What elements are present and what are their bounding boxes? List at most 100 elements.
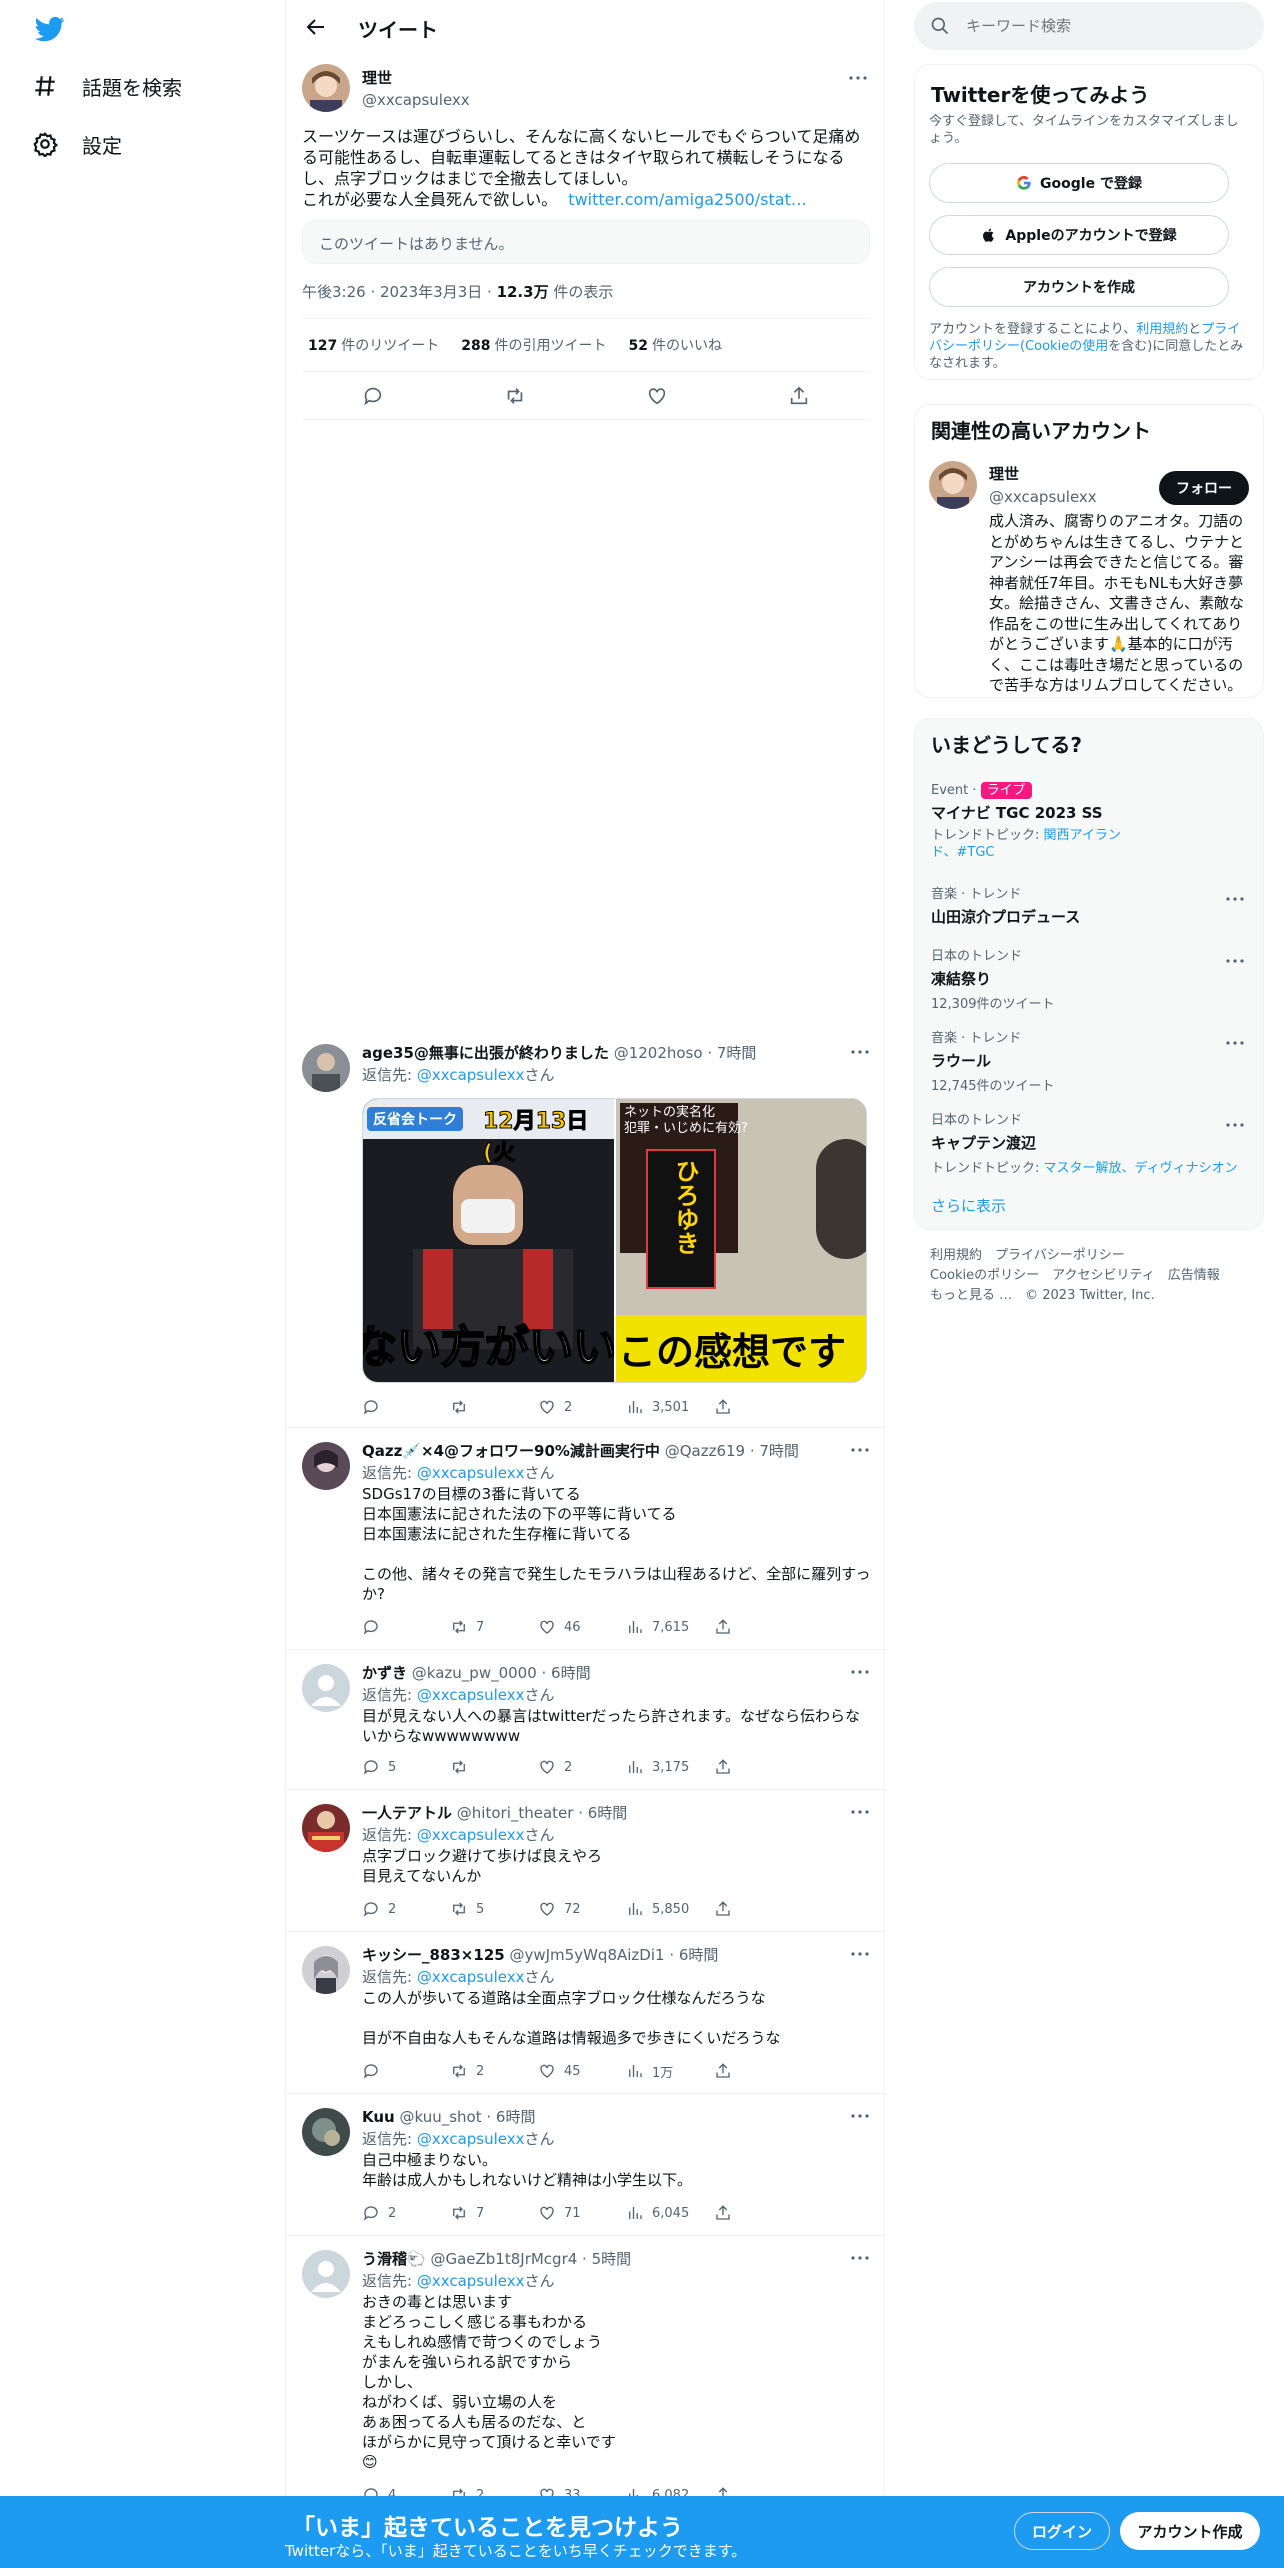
more-icon[interactable] — [848, 1040, 872, 1064]
views-button[interactable]: 6,045 — [626, 2202, 714, 2224]
reply-to-link[interactable]: @xxcapsulexx — [417, 2272, 525, 2290]
create-account-button[interactable]: アカウントを作成 — [929, 267, 1229, 307]
media-image-left[interactable]: 反省会トーク 12月13日(火 ない方がいい — [363, 1099, 614, 1382]
footer-line-2[interactable]: Cookieのポリシー アクセシビリティ 広告情報 — [930, 1266, 1250, 1286]
like-icon[interactable] — [646, 385, 668, 407]
reply-tweet[interactable]: Qazz💉×4@フォロワー90%減計画実行中 @Qazz619 · 7時間 返信… — [286, 1428, 886, 1650]
back-arrow-icon[interactable] — [304, 15, 328, 39]
retweet-button[interactable] — [450, 1756, 538, 1778]
avatar[interactable] — [302, 2250, 350, 2298]
share-button[interactable] — [714, 1756, 802, 1778]
trend-item[interactable]: 音楽 · トレンド 山田涼介プロデュース — [931, 883, 1247, 927]
search-input[interactable] — [966, 17, 1236, 35]
more-icon[interactable] — [848, 2104, 872, 2128]
follow-button[interactable]: フォロー — [1159, 471, 1249, 505]
views-button[interactable]: 3,175 — [626, 1756, 714, 1778]
reply-name[interactable]: age35@無事に出張が終わりました — [362, 1044, 609, 1062]
trend-item[interactable]: Event · ライブ マイナビ TGC 2023 SS トレンドトピック: 関… — [931, 779, 1247, 861]
reply-button[interactable]: 5 — [362, 1756, 450, 1778]
like-button[interactable]: 45 — [538, 2060, 626, 2082]
views-button[interactable]: 5,850 — [626, 1898, 714, 1920]
reply-handle[interactable]: @1202hoso · 7時間 — [614, 1044, 757, 1062]
media-image-right[interactable]: ネットの実名化 犯罪・いじめに有効? ひろゆき この感想です — [615, 1099, 866, 1382]
reply-name[interactable]: キッシー_883×125 — [362, 1946, 505, 1964]
reply-handle[interactable]: @kazu_pw_0000 · 6時間 — [412, 1664, 591, 1682]
nav-settings[interactable]: 設定 — [32, 122, 122, 166]
reply-name[interactable]: 一人テアトル — [362, 1804, 452, 1822]
tweet-author[interactable]: 理世 @xxcapsulexx — [362, 67, 470, 109]
reply-icon[interactable] — [362, 385, 384, 407]
reply-name[interactable]: Qazz💉×4@フォロワー90%減計画実行中 — [362, 1442, 660, 1460]
reply-to-link[interactable]: @xxcapsulexx — [417, 1066, 525, 1084]
retweet-button[interactable] — [450, 1396, 538, 1418]
share-button[interactable] — [714, 2060, 802, 2082]
reply-to-link[interactable]: @xxcapsulexx — [417, 1826, 525, 1844]
reply-tweet[interactable]: う滑稽🐑 @GaeZb1t8JrMcgr4 · 5時間 返信先: @xxcaps… — [286, 2236, 886, 2536]
reply-tweet[interactable]: キッシー_883×125 @ywJm5yWq8AizDi1 · 6時間 返信先:… — [286, 1932, 886, 2094]
signup-button[interactable]: アカウント作成 — [1120, 2512, 1260, 2550]
twitter-logo-icon[interactable] — [32, 14, 68, 44]
avatar[interactable] — [302, 1946, 350, 1994]
footer-line-1[interactable]: 利用規約 プライバシーポリシー — [930, 1246, 1250, 1266]
avatar[interactable] — [302, 2108, 350, 2156]
tweet-time[interactable]: 午後3:26 · 2023年3月3日 · — [302, 283, 497, 301]
avatar[interactable] — [302, 1442, 350, 1490]
apple-signup-button[interactable]: Appleのアカウントで登録 — [929, 215, 1229, 255]
like-button[interactable]: 72 — [538, 1898, 626, 1920]
like-button[interactable]: 71 — [538, 2202, 626, 2224]
more-icon[interactable] — [848, 2246, 872, 2270]
reply-button[interactable] — [362, 1396, 450, 1418]
share-button[interactable] — [714, 2202, 802, 2224]
more-icon[interactable] — [848, 1660, 872, 1684]
avatar[interactable] — [929, 461, 977, 509]
reply-handle[interactable]: @kuu_shot · 6時間 — [400, 2108, 536, 2126]
reply-tweet[interactable]: 一人テアトル @hitori_theater · 6時間 返信先: @xxcap… — [286, 1790, 886, 1932]
reply-to-link[interactable]: @xxcapsulexx — [417, 1968, 525, 1986]
reply-button[interactable]: 2 — [362, 2202, 450, 2224]
avatar[interactable] — [302, 1664, 350, 1712]
reply-tweet[interactable]: Kuu @kuu_shot · 6時間 返信先: @xxcapsulexxさん … — [286, 2094, 886, 2236]
retweet-button[interactable]: 7 — [450, 1616, 538, 1638]
likes-stat[interactable]: 52 件のいいね — [628, 335, 721, 355]
like-button[interactable]: 46 — [538, 1616, 626, 1638]
share-button[interactable] — [714, 1616, 802, 1638]
login-button[interactable]: ログイン — [1014, 2512, 1110, 2550]
reply-name[interactable]: Kuu — [362, 2108, 395, 2126]
more-icon[interactable] — [1223, 1113, 1247, 1137]
more-icon[interactable] — [846, 66, 870, 90]
reply-to-link[interactable]: @xxcapsulexx — [417, 2130, 525, 2148]
reply-button[interactable]: 2 — [362, 1898, 450, 1920]
retweet-button[interactable]: 5 — [450, 1898, 538, 1920]
avatar[interactable] — [302, 1044, 350, 1092]
trend-item[interactable]: 日本のトレンド 凍結祭り 12,309件のツイート — [931, 945, 1247, 1012]
like-button[interactable]: 2 — [538, 1756, 626, 1778]
reply-handle[interactable]: @ywJm5yWq8AizDi1 · 6時間 — [509, 1946, 718, 1964]
avatar[interactable] — [302, 64, 350, 112]
share-button[interactable] — [714, 1396, 802, 1418]
terms-link[interactable]: 利用規約 — [1136, 322, 1188, 337]
share-button[interactable] — [714, 1898, 802, 1920]
retweets-stat[interactable]: 127 件のリツイート — [308, 335, 439, 355]
trend-item[interactable]: 日本のトレンド キャプテン渡辺 トレンドトピック: マスター解放、ディヴィナシオ… — [931, 1109, 1247, 1176]
related-account[interactable]: 理世 @xxcapsulexx — [989, 463, 1097, 506]
more-icon[interactable] — [1223, 1031, 1247, 1055]
quotes-stat[interactable]: 288 件の引用ツイート — [461, 335, 606, 355]
views-button[interactable]: 1万 — [626, 2060, 714, 2082]
reply-name[interactable]: かずき — [362, 1664, 407, 1682]
reply-to-link[interactable]: @xxcapsulexx — [417, 1464, 525, 1482]
reply-to-link[interactable]: @xxcapsulexx — [417, 1686, 525, 1704]
trend-item[interactable]: 音楽 · トレンド ラウール 12,745件のツイート — [931, 1027, 1247, 1094]
more-icon[interactable] — [848, 1942, 872, 1966]
avatar[interactable] — [302, 1804, 350, 1852]
reply-media[interactable]: 反省会トーク 12月13日(火 ない方がいい ネットの実名化 犯罪・いじめに有効… — [362, 1098, 867, 1383]
like-button[interactable]: 2 — [538, 1396, 626, 1418]
reply-handle[interactable]: @GaeZb1t8JrMcgr4 · 5時間 — [430, 2250, 631, 2268]
reply-name[interactable]: う滑稽🐑 — [362, 2250, 426, 2268]
trend-topics-link[interactable]: マスター解放、ディヴィナシオン — [1044, 1161, 1238, 1176]
footer-line-3[interactable]: もっと見る … © 2023 Twitter, Inc. — [930, 1286, 1250, 1306]
share-icon[interactable] — [788, 385, 810, 407]
views-button[interactable]: 7,615 — [626, 1616, 714, 1638]
more-icon[interactable] — [848, 1438, 872, 1462]
more-icon[interactable] — [1223, 887, 1247, 911]
retweet-button[interactable]: 7 — [450, 2202, 538, 2224]
